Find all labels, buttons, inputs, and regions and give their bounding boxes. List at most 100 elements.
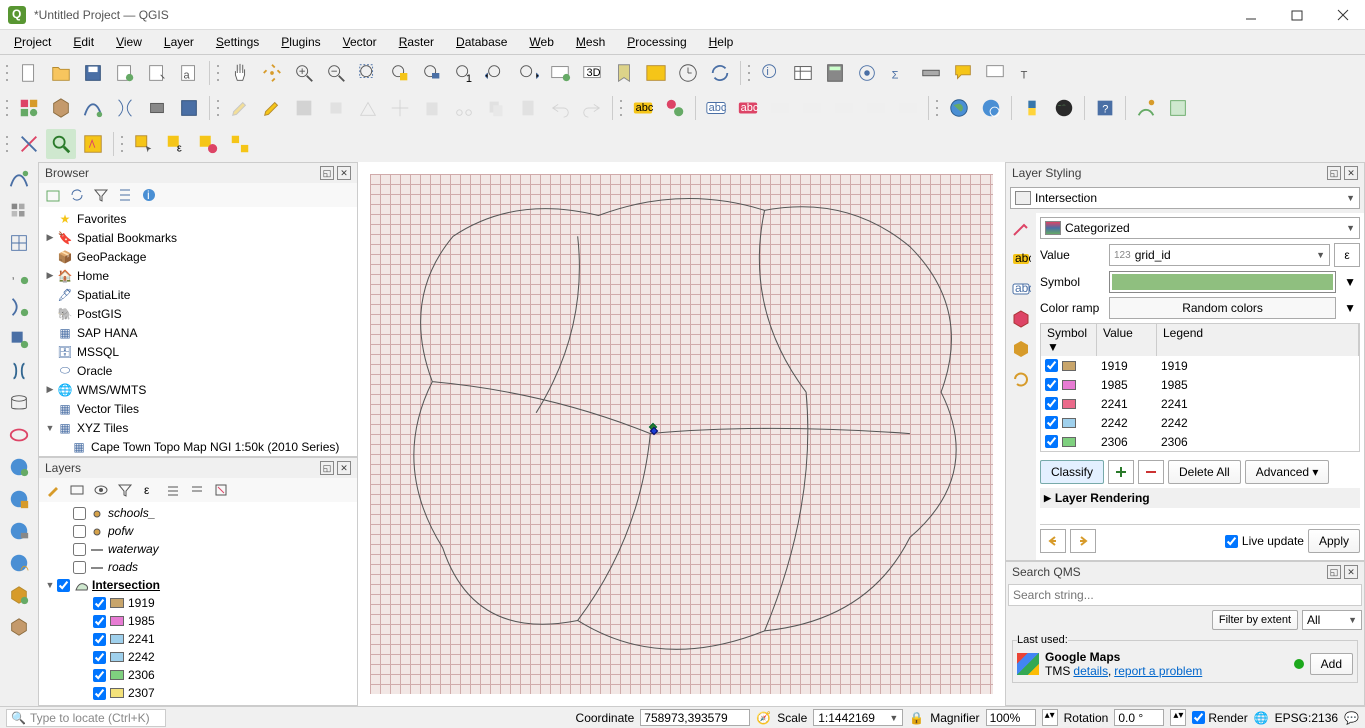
renderer-combo[interactable]: Categorized ▼	[1040, 217, 1360, 239]
menu-help[interactable]: Help	[699, 32, 744, 52]
minimize-button[interactable]	[1237, 5, 1265, 25]
add-wfs-button[interactable]	[4, 548, 34, 578]
layout-manager-button[interactable]	[142, 58, 172, 88]
styling-float-button[interactable]: ◱	[1327, 166, 1341, 180]
qms-float-button[interactable]: ◱	[1327, 565, 1341, 579]
labels-tab[interactable]: abc	[1009, 247, 1033, 271]
browser-item[interactable]: ▼▦XYZ Tiles	[39, 418, 357, 437]
add-ogc-button[interactable]	[4, 580, 34, 610]
select-features-button[interactable]	[129, 129, 159, 159]
new-project-button[interactable]	[14, 58, 44, 88]
add-wcs-button[interactable]	[4, 516, 34, 546]
layers-expand-button[interactable]	[163, 480, 183, 500]
add-delimited-button[interactable]: ,	[4, 260, 34, 290]
new-geopackage-button[interactable]	[46, 93, 76, 123]
advanced-button[interactable]: Advanced ▾	[1245, 460, 1330, 484]
styling-layer-combo[interactable]: Intersection ▼	[1010, 187, 1360, 209]
toolbar-grip[interactable]	[618, 95, 624, 121]
coord-input[interactable]	[640, 709, 750, 726]
qms-close-button[interactable]: ✕	[1344, 565, 1358, 579]
menu-raster[interactable]: Raster	[389, 32, 444, 52]
label-move-button[interactable]	[797, 93, 827, 123]
pan-to-feature-button[interactable]	[78, 129, 108, 159]
browser-add-button[interactable]	[43, 185, 63, 205]
layers-remove-button[interactable]	[211, 480, 231, 500]
plugins-button[interactable]	[1049, 93, 1079, 123]
label-highlight-button[interactable]: abc	[701, 93, 731, 123]
browser-item[interactable]: 🗄MSSQL	[39, 342, 357, 361]
select-all-button[interactable]	[225, 129, 255, 159]
menu-view[interactable]: View	[106, 32, 152, 52]
rotation-input[interactable]	[1114, 709, 1164, 726]
toolbar-grip[interactable]	[215, 60, 221, 86]
browser-collapse-button[interactable]	[115, 185, 135, 205]
chevron-down-icon[interactable]: ▼	[1340, 301, 1360, 315]
locator-input[interactable]: 🔍 Type to locate (Ctrl+K)	[6, 709, 166, 727]
python-console-button[interactable]	[1017, 93, 1047, 123]
osm-settings-button[interactable]	[1163, 93, 1193, 123]
qms-report-link[interactable]: report a problem	[1114, 664, 1202, 678]
browser-item[interactable]: ⬭Oracle	[39, 361, 357, 380]
menu-database[interactable]: Database	[446, 32, 517, 52]
history-tab[interactable]	[1009, 367, 1033, 391]
new-3d-view-button[interactable]: 3D	[577, 58, 607, 88]
map-canvas[interactable]	[370, 174, 993, 694]
zoom-out-button[interactable]	[321, 58, 351, 88]
qms-add-button[interactable]: Add	[1310, 653, 1353, 675]
classify-button[interactable]: Classify	[1040, 460, 1104, 484]
layer-row[interactable]: 2306	[39, 666, 357, 684]
browser-item[interactable]: ▶🔖Spatial Bookmarks	[39, 228, 357, 247]
browser-float-button[interactable]: ◱	[320, 166, 334, 180]
layer-row[interactable]: 2307	[39, 684, 357, 702]
delete-all-button[interactable]: Delete All	[1168, 460, 1241, 484]
help-button[interactable]: ?	[1090, 93, 1120, 123]
toolbar-grip[interactable]	[4, 95, 10, 121]
magnifier-input[interactable]	[986, 709, 1036, 726]
zoom-next-button[interactable]	[513, 58, 543, 88]
masks-tab[interactable]: abc	[1009, 277, 1033, 301]
crs-icon[interactable]: 🌐	[1254, 711, 1269, 725]
filter-by-extent-button[interactable]: Filter by extent	[1212, 610, 1298, 630]
add-postgis-button[interactable]	[4, 356, 34, 386]
browser-item[interactable]: ▦SAP HANA	[39, 323, 357, 342]
save-project-button[interactable]	[78, 58, 108, 88]
cut-button[interactable]	[449, 93, 479, 123]
layer-row[interactable]: 2241	[39, 630, 357, 648]
identify-button[interactable]: i	[756, 58, 786, 88]
extents-icon[interactable]: 🧭	[756, 711, 771, 725]
toolbar-grip[interactable]	[119, 131, 125, 157]
layers-visibility-button[interactable]	[91, 480, 111, 500]
add-mesh-button[interactable]	[4, 228, 34, 258]
browser-close-button[interactable]: ✕	[337, 166, 351, 180]
crs-label[interactable]: EPSG:2136	[1275, 711, 1338, 725]
qms-search-input[interactable]	[1008, 584, 1362, 606]
menu-vector[interactable]: Vector	[333, 32, 387, 52]
layer-row[interactable]: roads	[39, 558, 357, 576]
scale-combo[interactable]: 1:1442169▼	[813, 709, 903, 726]
browser-refresh-button[interactable]	[67, 185, 87, 205]
digitize-button[interactable]	[353, 93, 383, 123]
menu-settings[interactable]: Settings	[206, 32, 269, 52]
menu-plugins[interactable]: Plugins	[271, 32, 330, 52]
col-legend[interactable]: Legend	[1157, 324, 1359, 356]
pan-to-selection-button[interactable]	[257, 58, 287, 88]
layer-row[interactable]: ▼Intersection	[39, 576, 357, 594]
data-source-manager-button[interactable]	[14, 93, 44, 123]
no-action-button[interactable]	[14, 129, 44, 159]
zoom-layer-button[interactable]	[417, 58, 447, 88]
delete-selected-button[interactable]	[417, 93, 447, 123]
show-bookmarks-button[interactable]	[641, 58, 671, 88]
processing-toolbox-button[interactable]	[852, 58, 882, 88]
zoom-native-button[interactable]: 1	[449, 58, 479, 88]
apply-button[interactable]: Apply	[1308, 529, 1360, 553]
value-field-combo[interactable]: 123 grid_id ▼	[1109, 244, 1330, 266]
deselect-button[interactable]	[193, 129, 223, 159]
select-by-value-button[interactable]: ε	[161, 129, 191, 159]
qms-details-link[interactable]: details	[1073, 664, 1108, 678]
layer-row[interactable]: 1985	[39, 612, 357, 630]
new-shapefile-button[interactable]	[78, 93, 108, 123]
class-row[interactable]: 22422242	[1041, 413, 1359, 432]
new-memory-button[interactable]	[142, 93, 172, 123]
move-feature-button[interactable]	[385, 93, 415, 123]
layer-row[interactable]: schools_	[39, 504, 357, 522]
